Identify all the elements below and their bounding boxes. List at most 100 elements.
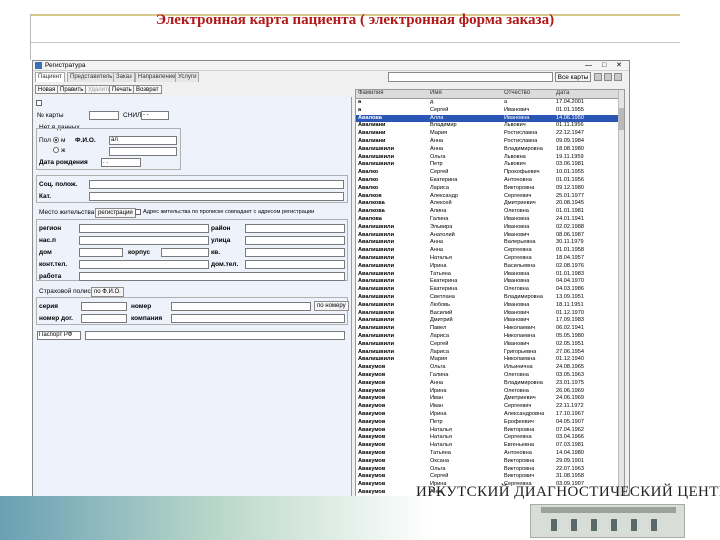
table-row[interactable]: Авакумов Ирина Александровна 17.10.1967 [356, 411, 618, 418]
table-row[interactable]: Авакумов Сергей Викторович 31.08.1958 [356, 473, 618, 480]
table-row[interactable]: Авакумов Ольга Викторовна 22.07.1963 [356, 466, 618, 473]
series-input[interactable] [81, 302, 127, 311]
table-row[interactable]: Авалишвили Наталья Сергеевна 18.04.1957 [356, 255, 618, 262]
table-row[interactable]: Авакумов Оксана Викторовна 29.09.1901 [356, 458, 618, 465]
gender-m-radio[interactable] [53, 137, 59, 143]
table-row[interactable]: Авакумов Ольга Ильинична 24.08.1965 [356, 364, 618, 371]
column-header-surname[interactable]: Фамилия [358, 90, 383, 96]
table-row[interactable]: Авалишвили Татьяна Ивановна 01.01.1983 [356, 271, 618, 278]
column-header-date[interactable]: Дата [556, 90, 569, 96]
table-row[interactable]: Авалишвили Екатерина Олеговна 04.03.1986 [356, 286, 618, 293]
folder-icon[interactable] [594, 73, 602, 81]
document-type-select[interactable]: Паспорт РФ [37, 331, 81, 340]
registration-button[interactable]: регистрации [95, 208, 136, 218]
table-row[interactable]: Авалишвили Ирина Васильевна 02.08.1976 [356, 263, 618, 270]
table-row[interactable]: Авалишвили Лариса Григорьевна 27.06.1954 [356, 349, 618, 356]
insurance-by-name-button[interactable]: по Ф.И.О. [91, 287, 124, 297]
tab-services[interactable]: Услуги [175, 72, 200, 82]
table-row[interactable]: Авакумов Анна Владимировна 23.01.1975 [356, 380, 618, 387]
table-row[interactable]: Авакумов Петр Ерофеевич 04.05.1907 [356, 419, 618, 426]
contract-input[interactable] [81, 314, 127, 323]
edit-button[interactable]: Править [57, 85, 87, 94]
fio-input-2[interactable] [109, 147, 177, 156]
district-input[interactable] [245, 224, 345, 233]
tab-referral[interactable]: Направление [135, 72, 179, 82]
dob-input[interactable]: . . [101, 158, 141, 167]
table-row[interactable]: Авалишвили Ольга Львовна 19.11.1959 [356, 154, 618, 161]
table-row[interactable]: Авалишвили Сергей Иванович 02.05.1951 [356, 341, 618, 348]
table-row[interactable]: Авалишвили Лариса Николаевна 05.05.1980 [356, 333, 618, 340]
window-controls[interactable]: — □ ✕ [585, 61, 626, 69]
table-row[interactable]: Авалишвили Дмитрий Иванович 17.09.1983 [356, 317, 618, 324]
table-row[interactable]: Авалишвили Василий Иванович 01.12.1970 [356, 310, 618, 317]
table-row[interactable]: Авалишвили Павел Николаевич 06.02.1941 [356, 325, 618, 332]
table-row[interactable]: Авалишвили Анна Валерьевна 30.11.1979 [356, 239, 618, 246]
social-input[interactable] [89, 180, 344, 189]
table-row[interactable]: Авалишвили Петр Львович 03.06.1981 [356, 161, 618, 168]
new-button[interactable]: Новая [35, 85, 59, 94]
all-cards-button[interactable]: Все карты [555, 72, 591, 82]
street-input[interactable] [245, 236, 345, 245]
return-button[interactable]: Возврат [133, 85, 162, 94]
scroll-thumb[interactable] [619, 108, 624, 130]
table-row[interactable]: Авалишвили Любовь Ивановна 18.11.1951 [356, 302, 618, 309]
table-row[interactable]: Авакумов Иван Сергеевич 22.11.1972 [356, 403, 618, 410]
policy-search-button[interactable]: по номеру [314, 301, 349, 311]
table-row[interactable]: Авакумов Иван Дмитриевич 24.06.1969 [356, 395, 618, 402]
building-input[interactable] [161, 248, 209, 257]
card-number-input[interactable] [89, 111, 119, 120]
number-input[interactable] [171, 302, 311, 311]
table-row[interactable]: Авалишвили Анна Сергеевна 01.01.1958 [356, 247, 618, 254]
home-phone-input[interactable] [245, 260, 345, 269]
table-row[interactable]: Авалков Александр Сергеевич 25.01.1977 [356, 193, 618, 200]
table-row[interactable]: а д а 17.04.2001 [356, 99, 618, 106]
table-row[interactable]: Авалкова Алексей Дмитриевич 20.08.1945 [356, 200, 618, 207]
tab-representative[interactable]: Представитель [67, 72, 116, 82]
filter-icon[interactable] [614, 73, 622, 81]
contact-phone-input[interactable] [79, 260, 209, 269]
table-row[interactable]: Авалко Лариса Викторовна 09.12.1980 [356, 185, 618, 192]
form-checkbox[interactable] [36, 100, 42, 106]
document-input[interactable] [85, 331, 345, 340]
table-row[interactable]: Авакумов Галина Олеговна 03.05.1963 [356, 372, 618, 379]
snils-input[interactable]: - - [141, 111, 169, 120]
table-row[interactable]: Авалишвили Мария Николаевна 01.12.1940 [356, 356, 618, 363]
work-input[interactable] [79, 272, 345, 281]
tab-patient[interactable]: Пациент [35, 72, 65, 82]
table-row[interactable]: Авалова Алла Ивановна 14.06.1950 [356, 114, 618, 122]
table-row[interactable]: Авалишвили Анатолий Иванович 08.06.1987 [356, 232, 618, 239]
table-row[interactable]: Авакумов Ирина Олеговна 26.06.1969 [356, 388, 618, 395]
refresh-icon[interactable] [604, 73, 612, 81]
table-row[interactable]: Авалова Галина Ивановна 24.01.1941 [356, 216, 618, 223]
table-row[interactable]: Авакумов Наталья Викторовна 07.04.1962 [356, 427, 618, 434]
company-input[interactable] [171, 314, 345, 323]
address-same-checkbox[interactable] [135, 209, 141, 215]
table-row[interactable]: Авалишвили Светлана Владимировна 13.09.1951 [356, 294, 618, 301]
fio-input[interactable]: ал [109, 136, 177, 145]
locality-input[interactable] [79, 236, 209, 245]
category-input[interactable] [89, 192, 344, 201]
column-header-patronymic[interactable]: Отчество [504, 90, 530, 96]
table-row[interactable]: Авакумов Татьяна Антоновна 14.04.1980 [356, 450, 618, 457]
table-scrollbar[interactable] [618, 90, 624, 497]
table-row[interactable]: Авалко Сергей Прокофьевич 10.01.1955 [356, 169, 618, 176]
table-row[interactable]: Авалиани Анна Ростиславна 09.09.1984 [356, 138, 618, 145]
column-header-name[interactable]: Имя [430, 90, 442, 96]
table-row[interactable]: а Сергей Иванович 01.01.1955 [356, 107, 618, 114]
table-row[interactable]: Авалкова Алина Олеговна 01.01.1981 [356, 208, 618, 215]
tab-order[interactable]: Заказ [113, 72, 135, 82]
table-row[interactable]: Авалиани Мария Ростиславна 22.12.1947 [356, 130, 618, 137]
table-row[interactable]: Авакумов Наталья Сергеевна 03.04.1966 [356, 434, 618, 441]
print-button[interactable]: Печать [109, 85, 135, 94]
region-input[interactable] [79, 224, 209, 233]
apartment-input[interactable] [245, 248, 345, 257]
house-input[interactable] [79, 248, 123, 257]
search-input[interactable] [388, 72, 553, 82]
table-row[interactable]: Авалишвили Екатерина Ивановна 04.04.1970 [356, 278, 618, 285]
table-row[interactable]: Авалко Екатерина Антоновна 01.01.1956 [356, 177, 618, 184]
table-row[interactable]: Авакумов Наталья Евгеньевна 07.03.1981 [356, 442, 618, 449]
table-row[interactable]: Авалиани Владимир Львович 01.11.1956 [356, 122, 618, 129]
table-row[interactable]: Авалишвили Эльвира Ивановна 02.02.1988 [356, 224, 618, 231]
gender-f-radio[interactable] [53, 147, 59, 153]
table-row[interactable]: Авалишвили Анна Владимировна 18.08.1980 [356, 146, 618, 153]
